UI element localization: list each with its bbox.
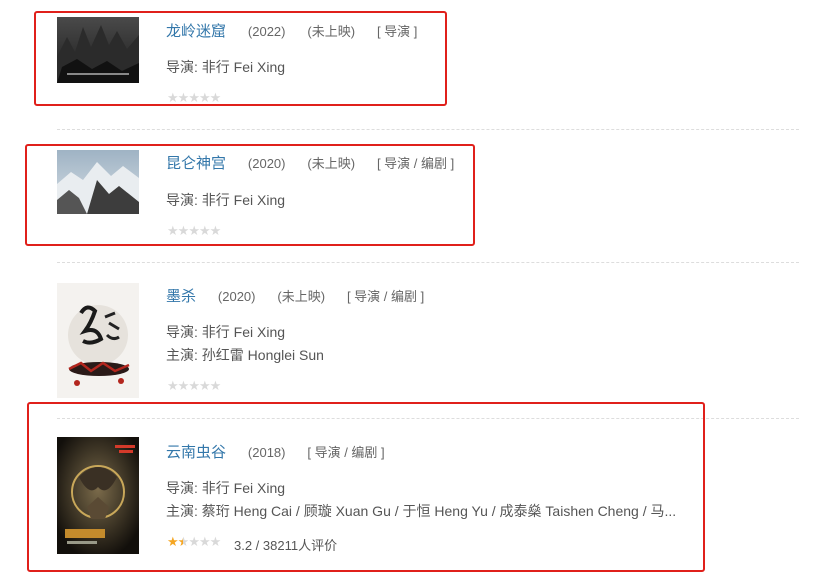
title-row: 墨杀 (2020) (未上映) [ 导演 / 编剧 ] — [166, 285, 424, 306]
star-icon: ★ — [198, 378, 211, 393]
star-icon: ★ — [188, 378, 200, 393]
divider — [57, 262, 799, 263]
star-icon: ★ — [209, 378, 222, 393]
movie-year: (2020) — [217, 289, 256, 304]
star-icon: ★ — [167, 378, 179, 393]
movie-roles: [ 导演 / 编剧 ] — [346, 289, 425, 304]
star-icon: ★ — [177, 378, 190, 393]
highlight-box — [25, 144, 475, 246]
movie-status: (未上映) — [277, 289, 326, 304]
highlight-box — [34, 11, 447, 106]
poster-thumbnail[interactable] — [57, 283, 139, 398]
star-rating: ★★★★★ — [167, 378, 222, 394]
highlight-box — [27, 402, 705, 572]
divider — [57, 129, 799, 130]
director-line: 导演: 非行 Fei Xing — [166, 324, 286, 340]
movie-title-link[interactable]: 墨杀 — [166, 288, 196, 305]
cast-line: 主演: 孙红雷 Honglei Sun — [166, 347, 324, 363]
